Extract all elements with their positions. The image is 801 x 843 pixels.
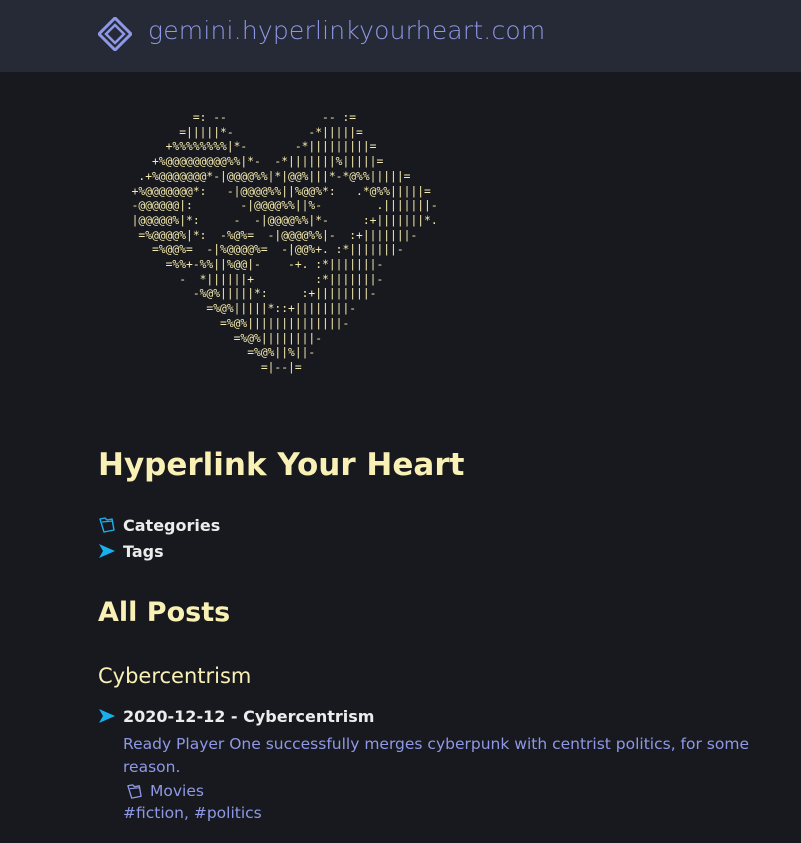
tag-link-politics[interactable]: #politics [194,804,262,822]
arrow-right-icon [99,544,115,558]
post-summary: Ready Player One successfully merges cyb… [123,735,749,776]
tag-separator: , [183,804,194,822]
nav-item-label: Categories [123,515,221,535]
post-category-link[interactable]: Movies [150,782,204,800]
post-title-link[interactable]: 2020-12-12 - Cybercentrism [123,707,374,726]
category-heading: Cybercentrism [98,664,252,688]
post-tags: #fiction, #politics [123,802,262,825]
site-header: gemini.hyperlinkyourheart.com [0,0,801,72]
diamond-logo-icon[interactable] [98,17,132,51]
post-category[interactable]: Movies [126,780,204,802]
nav-item-label: Tags [123,541,164,561]
ascii-heart-art: =: -- -- := =|||||*- -*|||||= +%%%%%%%%|… [131,111,438,374]
site-host-link[interactable]: gemini.hyperlinkyourheart.com [148,16,545,45]
nav-item-tags[interactable]: Tags [98,540,164,562]
folder-icon [99,517,115,533]
nav-item-categories[interactable]: Categories [98,514,220,536]
page-title: Hyperlink Your Heart [98,447,465,483]
post-list-item[interactable]: 2020-12-12 - Cybercentrism [98,705,374,727]
section-heading-all-posts: All Posts [98,597,231,628]
tag-link-fiction[interactable]: #fiction [123,804,184,822]
arrow-right-icon [99,709,115,723]
folder-icon [127,783,142,799]
